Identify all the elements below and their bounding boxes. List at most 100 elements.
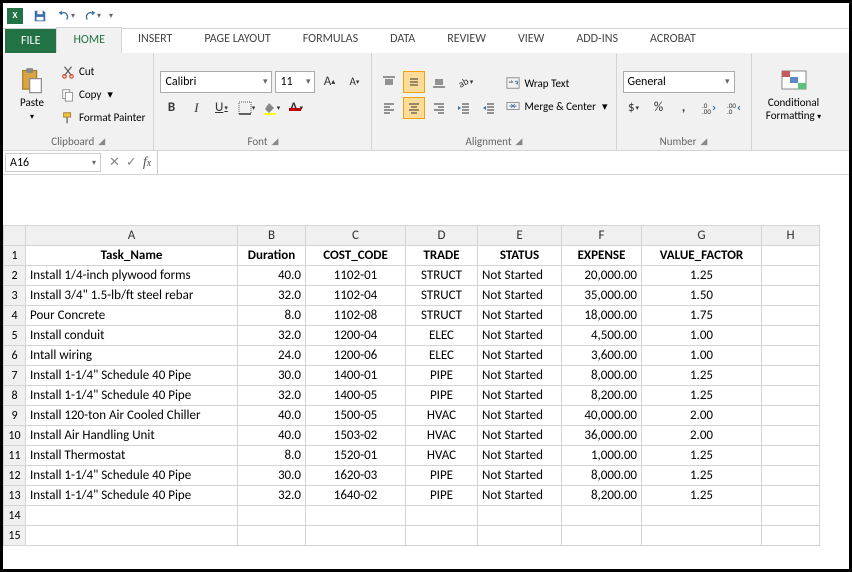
tab-acrobat[interactable]: ACROBAT — [634, 27, 712, 53]
col-header-F[interactable]: F — [562, 226, 642, 246]
cell[interactable] — [762, 386, 820, 406]
cell[interactable]: Install 1-1/4" Schedule 40 Pipe — [26, 486, 238, 506]
cell[interactable]: 40.0 — [238, 406, 306, 426]
cell[interactable] — [642, 506, 762, 526]
cell[interactable]: Not Started — [478, 466, 562, 486]
cell[interactable]: Not Started — [478, 306, 562, 326]
row-header-14[interactable]: 14 — [4, 506, 26, 526]
fx-icon[interactable]: fx — [143, 155, 151, 171]
cell[interactable]: HVAC — [406, 446, 478, 466]
cell[interactable]: 1400-05 — [306, 386, 406, 406]
cell[interactable]: 1503-02 — [306, 426, 406, 446]
tab-data[interactable]: DATA — [374, 27, 431, 53]
cell[interactable] — [762, 426, 820, 446]
row-header-13[interactable]: 13 — [4, 486, 26, 506]
cell[interactable]: 35,000.00 — [562, 286, 642, 306]
font-name-select[interactable]: Calibri — [160, 71, 272, 93]
cell[interactable]: ELEC — [406, 346, 478, 366]
cell-header[interactable]: COST_CODE — [306, 246, 406, 266]
cell[interactable]: Not Started — [478, 346, 562, 366]
increase-decimal-button[interactable]: .0.00 — [698, 97, 720, 119]
cell[interactable]: Not Started — [478, 486, 562, 506]
cell[interactable] — [306, 526, 406, 546]
cell[interactable] — [762, 366, 820, 386]
cell[interactable]: 32.0 — [238, 286, 306, 306]
cell[interactable]: Not Started — [478, 326, 562, 346]
cell[interactable]: 8.0 — [238, 446, 306, 466]
align-bottom-button[interactable] — [428, 71, 450, 93]
paste-button[interactable]: Paste▾ — [9, 56, 55, 133]
cell[interactable]: STRUCT — [406, 286, 478, 306]
cell[interactable] — [762, 246, 820, 266]
col-header-D[interactable]: D — [406, 226, 478, 246]
cell[interactable]: Not Started — [478, 386, 562, 406]
format-painter-button[interactable]: Format Painter — [59, 108, 147, 128]
cell[interactable]: ELEC — [406, 326, 478, 346]
font-dialog-icon[interactable]: ◢ — [272, 136, 279, 147]
row-header-10[interactable]: 10 — [4, 426, 26, 446]
cell[interactable] — [238, 526, 306, 546]
cell[interactable]: 20,000.00 — [562, 266, 642, 286]
accept-formula-icon[interactable]: ✓ — [126, 155, 137, 170]
cell[interactable]: 30.0 — [238, 466, 306, 486]
redo-button[interactable]: ▾ — [83, 7, 101, 25]
align-top-button[interactable] — [378, 71, 400, 93]
decrease-decimal-button[interactable]: .00.0 — [723, 97, 745, 119]
cell[interactable]: PIPE — [406, 486, 478, 506]
cell[interactable] — [478, 526, 562, 546]
cell[interactable]: 1,000.00 — [562, 446, 642, 466]
formula-input[interactable] — [157, 151, 849, 174]
cell[interactable]: 1.25 — [642, 266, 762, 286]
italic-button[interactable]: I — [185, 97, 207, 119]
cell[interactable] — [26, 526, 238, 546]
cell[interactable]: Install 1-1/4" Schedule 40 Pipe — [26, 466, 238, 486]
undo-button[interactable]: ▾ — [57, 7, 75, 25]
cell[interactable]: 1102-01 — [306, 266, 406, 286]
cell[interactable]: PIPE — [406, 366, 478, 386]
tab-home[interactable]: HOME — [56, 27, 122, 53]
cell[interactable]: Install Air Handling Unit — [26, 426, 238, 446]
cell-header[interactable]: STATUS — [478, 246, 562, 266]
cell[interactable]: Install Thermostat — [26, 446, 238, 466]
cell[interactable]: 1500-05 — [306, 406, 406, 426]
cell[interactable]: 1102-08 — [306, 306, 406, 326]
align-middle-button[interactable] — [403, 71, 425, 93]
increase-indent-button[interactable] — [478, 97, 500, 119]
cell[interactable]: 40,000.00 — [562, 406, 642, 426]
percent-button[interactable]: % — [648, 97, 670, 119]
number-format-select[interactable]: General — [623, 71, 735, 93]
cell[interactable]: 1400-01 — [306, 366, 406, 386]
decrease-indent-button[interactable] — [453, 97, 475, 119]
cell[interactable]: HVAC — [406, 406, 478, 426]
tab-page-layout[interactable]: PAGE LAYOUT — [188, 27, 286, 53]
cell[interactable]: HVAC — [406, 426, 478, 446]
clipboard-dialog-icon[interactable]: ◢ — [98, 136, 105, 147]
cell[interactable]: 8.0 — [238, 306, 306, 326]
cell[interactable]: 1200-06 — [306, 346, 406, 366]
cell[interactable]: Not Started — [478, 406, 562, 426]
cell[interactable]: PIPE — [406, 386, 478, 406]
row-header-1[interactable]: 1 — [4, 246, 26, 266]
cell[interactable]: PIPE — [406, 466, 478, 486]
select-all-corner[interactable] — [4, 226, 26, 246]
row-header-9[interactable]: 9 — [4, 406, 26, 426]
cell[interactable] — [762, 346, 820, 366]
row-header-2[interactable]: 2 — [4, 266, 26, 286]
cell[interactable]: 1620-03 — [306, 466, 406, 486]
align-left-button[interactable] — [378, 97, 400, 119]
row-header-5[interactable]: 5 — [4, 326, 26, 346]
number-dialog-icon[interactable]: ◢ — [700, 136, 707, 147]
save-button[interactable] — [31, 7, 49, 25]
row-header-6[interactable]: 6 — [4, 346, 26, 366]
tab-insert[interactable]: INSERT — [122, 27, 188, 53]
row-header-12[interactable]: 12 — [4, 466, 26, 486]
cell[interactable]: 8,000.00 — [562, 466, 642, 486]
cell[interactable]: Not Started — [478, 426, 562, 446]
cell[interactable] — [306, 506, 406, 526]
cell[interactable]: Intall wiring — [26, 346, 238, 366]
conditional-formatting-button[interactable]: ConditionalFormatting ▾ — [758, 56, 830, 133]
merge-center-button[interactable]: Merge & Center▾ — [504, 96, 609, 116]
cut-button[interactable]: Cut — [59, 62, 147, 82]
cell[interactable] — [762, 326, 820, 346]
orientation-button[interactable]: ab▾ — [453, 71, 475, 93]
